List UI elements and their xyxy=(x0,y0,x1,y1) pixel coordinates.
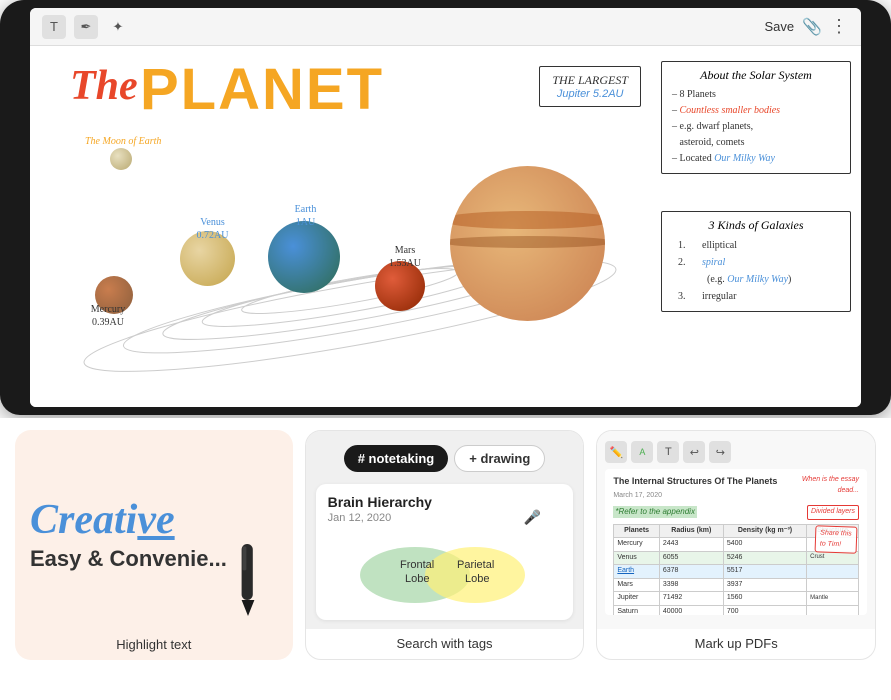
bottom-section: Creative Easy & Convenie... Highlight te… xyxy=(0,418,891,700)
pdf-toolbar: ✏️ A T ↩ ↪ xyxy=(605,441,867,463)
save-button[interactable]: Save xyxy=(764,19,794,34)
easy-label: Easy & Convenie... xyxy=(30,546,227,572)
highlight-text-card: Creative Easy & Convenie... Highlight te… xyxy=(15,430,293,660)
about-list: – 8 Planets – Countless smaller bodies –… xyxy=(672,87,840,167)
pdf-highlight-icon[interactable]: A xyxy=(631,441,653,463)
pdf-doc-title: The Internal Structures Of The Planets xyxy=(613,475,777,489)
tool-pen-icon[interactable]: ✒ xyxy=(74,15,98,39)
tool-shape-icon[interactable]: ✦ xyxy=(106,15,130,39)
pdf-card-content: ✏️ A T ↩ ↪ The Internal Structures Of Th… xyxy=(597,431,875,629)
mercury-label: Mercury0.39AU xyxy=(78,303,138,329)
earth-label: Earth1AU xyxy=(278,203,333,229)
svg-text:Frontal: Frontal xyxy=(400,559,434,571)
note-title: Brain Hierarchy xyxy=(328,494,562,510)
table-row: Earth63785517 xyxy=(614,565,859,579)
svg-text:Lobe: Lobe xyxy=(405,573,429,585)
largest-sub: Jupiter 5.2AU xyxy=(552,88,628,100)
markup-pdfs-label: Mark up PDFs xyxy=(597,636,875,651)
moon-planet xyxy=(110,148,132,170)
pdf-pen-icon[interactable]: ✏️ xyxy=(605,441,627,463)
mars-label: Mars1.53AU xyxy=(380,244,430,270)
pdf-comment: When is the essay dead... xyxy=(779,475,859,496)
pdf-content: The Internal Structures Of The Planets M… xyxy=(605,469,867,615)
title-the: The xyxy=(70,62,138,110)
table-row: Saturn40000700 xyxy=(614,605,859,615)
largest-title: THE LARGEST xyxy=(552,73,628,88)
search-card-content: # notetaking + drawing Brain Hierarchy J… xyxy=(306,431,584,629)
venus-label: Venus0.72AU xyxy=(185,216,240,242)
drawing-tag[interactable]: + drawing xyxy=(454,445,545,472)
pdf-highlight-text: *Refer to the appendix xyxy=(613,506,697,518)
about-title: About the Solar System xyxy=(672,68,840,83)
galaxies-box: 3 Kinds of Galaxies elliptical spiral (e… xyxy=(661,211,851,312)
more-options-icon[interactable]: ⋮ xyxy=(830,16,849,37)
jupiter-planet xyxy=(450,166,605,321)
search-tags-label: Search with tags xyxy=(306,636,584,651)
tablet-screen: T ✒ ✦ Save 📎 ⋮ The PLANET THE LARGES xyxy=(30,8,861,407)
markup-pdfs-card: ✏️ A T ↩ ↪ The Internal Structures Of Th… xyxy=(596,430,876,660)
stylus-icon xyxy=(218,540,278,625)
tablet-frame: T ✒ ✦ Save 📎 ⋮ The PLANET THE LARGES xyxy=(0,0,891,415)
pdf-divided-label: Divided layers xyxy=(807,505,859,520)
attach-icon[interactable]: 📎 xyxy=(802,17,822,37)
svg-text:Lobe: Lobe xyxy=(465,573,489,585)
title-planet: PLANET xyxy=(140,56,384,123)
table-row: Venus60555246Crust xyxy=(614,551,859,565)
share-annotation: Share thisto Tim! xyxy=(815,525,857,553)
note-card-mini: Brain Hierarchy Jan 12, 2020 🎤 Frontal L… xyxy=(316,484,574,620)
pdf-text-icon[interactable]: T xyxy=(657,441,679,463)
moon-label: The Moon of Earth xyxy=(85,136,161,147)
notetaking-tag[interactable]: # notetaking xyxy=(344,445,449,472)
tags-row: # notetaking + drawing xyxy=(344,445,546,472)
canvas-area: The PLANET THE LARGEST Jupiter 5.2AU The… xyxy=(30,46,861,407)
search-with-tags-card: # notetaking + drawing Brain Hierarchy J… xyxy=(305,430,585,660)
galaxies-title: 3 Kinds of Galaxies xyxy=(672,218,840,233)
galaxies-list: elliptical spiral (e.g. Our Milky Way) i… xyxy=(672,237,840,305)
largest-box: THE LARGEST Jupiter 5.2AU xyxy=(539,66,641,107)
pdf-undo-icon[interactable]: ↩ xyxy=(683,441,705,463)
svg-text:Parietal: Parietal xyxy=(457,559,494,571)
toolbar: T ✒ ✦ Save 📎 ⋮ xyxy=(30,8,861,46)
earth-planet xyxy=(268,221,340,293)
pdf-redo-icon[interactable]: ↪ xyxy=(709,441,731,463)
note-lobes: Frontal Lobe Parietal Lobe xyxy=(328,530,562,610)
tool-text-icon[interactable]: T xyxy=(42,15,66,39)
pdf-doc-date: March 17, 2020 xyxy=(613,491,777,502)
table-row: Jupiter714921560Mantle xyxy=(614,592,859,606)
highlight-text-label: Highlight text xyxy=(15,637,293,652)
table-row: Mars33983937 xyxy=(614,578,859,592)
creative-label: Creative xyxy=(30,499,175,541)
about-solar-system-box: About the Solar System – 8 Planets – Cou… xyxy=(661,61,851,174)
